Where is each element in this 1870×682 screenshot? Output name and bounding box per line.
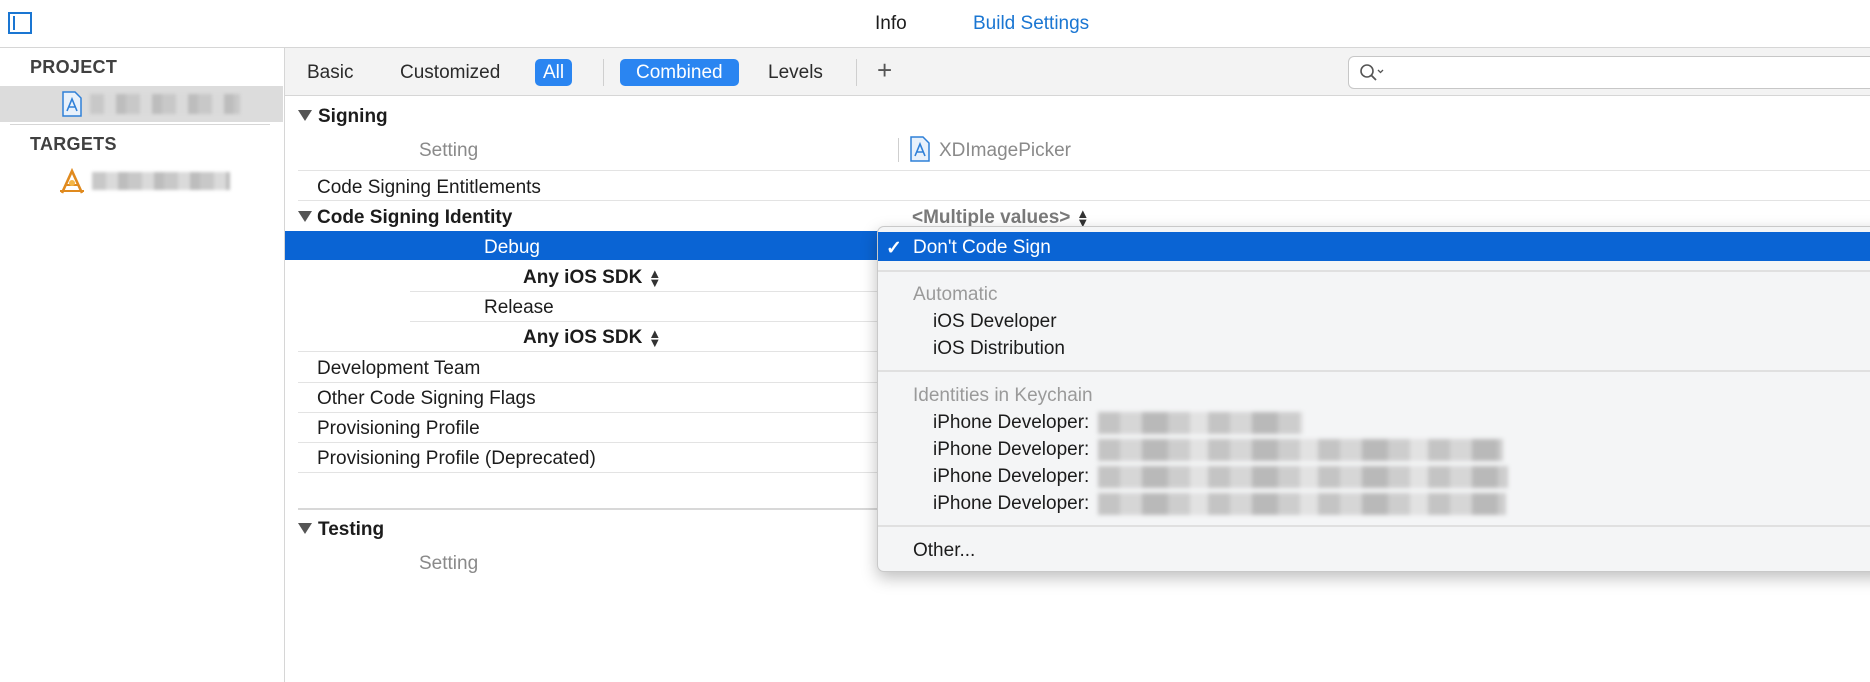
- setting-release[interactable]: Release: [484, 297, 554, 319]
- search-icon: [1360, 64, 1384, 81]
- disclosure-triangle-icon[interactable]: [298, 523, 312, 534]
- targets-header: TARGETS: [30, 134, 117, 154]
- menu-item-identity[interactable]: iPhone Developer:: [933, 412, 1089, 434]
- setting-development-team[interactable]: Development Team: [317, 358, 480, 380]
- menu-item-ios-developer[interactable]: iOS Developer: [933, 311, 1057, 333]
- sidebar-toggle-icon[interactable]: [8, 12, 32, 34]
- menu-header-automatic: Automatic: [913, 284, 998, 305]
- sdk-condition-debug[interactable]: Any iOS SDK ▲ ▼: [523, 267, 661, 289]
- target-item[interactable]: [0, 166, 283, 198]
- code-signing-identity-menu: ✓ Don't Code Sign Automatic iOS Develope…: [877, 226, 1870, 572]
- menu-item-identity[interactable]: iPhone Developer:: [933, 466, 1089, 488]
- project-header: PROJECT: [30, 57, 118, 77]
- project-navigator: PROJECT TARGETS: [0, 48, 285, 682]
- menu-item-identity[interactable]: iPhone Developer:: [933, 493, 1089, 515]
- up-down-arrows-icon: ▲ ▼: [1076, 205, 1090, 230]
- setting-provisioning-profile[interactable]: Provisioning Profile: [317, 418, 480, 440]
- filter-combined-button[interactable]: Combined: [620, 59, 739, 86]
- filter-all-button[interactable]: All: [535, 59, 573, 86]
- project-file-icon: [62, 91, 82, 117]
- identity-redacted: [1098, 493, 1506, 515]
- disclosure-triangle-icon[interactable]: [298, 211, 312, 222]
- tab-info[interactable]: Info: [875, 13, 907, 35]
- menu-item-ios-distribution[interactable]: iOS Distribution: [933, 338, 1065, 360]
- setting-column-header: Setting: [419, 140, 479, 161]
- menu-item-other[interactable]: Other...: [913, 540, 975, 562]
- checkmark-icon: ✓: [886, 238, 902, 259]
- filter-basic-button[interactable]: Basic: [299, 59, 361, 86]
- app-target-icon: [60, 168, 84, 194]
- target-name-redacted: [92, 172, 230, 190]
- disclosure-triangle-icon[interactable]: [298, 110, 312, 121]
- tab-build-settings[interactable]: Build Settings: [973, 13, 1089, 35]
- up-down-arrows-icon: ▲ ▼: [648, 325, 662, 350]
- identity-redacted: [1098, 466, 1508, 488]
- search-input[interactable]: [1348, 56, 1870, 89]
- setting-code-signing-entitlements[interactable]: Code Signing Entitlements: [317, 177, 541, 199]
- testing-setting-column-header: Setting: [419, 553, 479, 574]
- filter-customized-button[interactable]: Customized: [392, 59, 508, 86]
- project-name-redacted: [90, 94, 240, 114]
- up-down-arrows-icon: ▲ ▼: [648, 265, 662, 290]
- add-setting-button[interactable]: +: [869, 57, 900, 84]
- top-bar: Info Build Settings: [0, 0, 1870, 48]
- target-column-header: XDImagePicker: [939, 140, 1071, 161]
- menu-header-keychain: Identities in Keychain: [913, 385, 1093, 406]
- section-signing-title: Signing: [318, 106, 388, 127]
- project-item[interactable]: [0, 86, 283, 122]
- setting-debug[interactable]: Debug: [484, 237, 540, 259]
- section-testing-title: Testing: [318, 519, 385, 540]
- sdk-condition-release[interactable]: Any iOS SDK ▲ ▼: [523, 327, 661, 349]
- setting-code-signing-identity[interactable]: Code Signing Identity: [317, 207, 512, 229]
- setting-other-code-signing-flags[interactable]: Other Code Signing Flags: [317, 388, 536, 410]
- filter-levels-button[interactable]: Levels: [760, 59, 831, 86]
- menu-item-identity[interactable]: iPhone Developer:: [933, 439, 1089, 461]
- setting-provisioning-profile-deprecated[interactable]: Provisioning Profile (Deprecated): [317, 448, 596, 470]
- debug-row-selected[interactable]: [285, 231, 905, 260]
- project-file-icon: [910, 136, 930, 162]
- identity-redacted: [1098, 439, 1503, 461]
- identity-redacted: [1098, 412, 1303, 434]
- menu-item-dont-code-sign-label[interactable]: Don't Code Sign: [913, 237, 1051, 259]
